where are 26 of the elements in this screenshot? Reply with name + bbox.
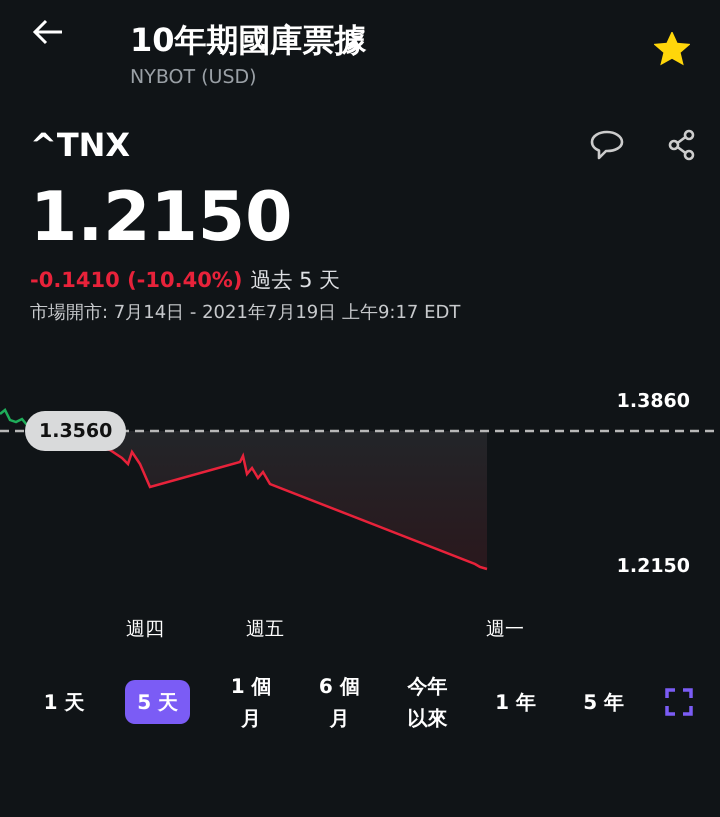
day-label: 週五	[246, 617, 284, 642]
gain-line	[0, 408, 28, 426]
axis-label: 1.2150	[616, 555, 690, 577]
star-icon[interactable]	[654, 32, 690, 66]
range-tab[interactable]: 5 年	[576, 682, 631, 722]
share-icon[interactable]	[668, 129, 696, 161]
range-tab[interactable]: 5 天	[125, 680, 190, 724]
market-time: 市場開市: 7月14日 - 2021年7月19日 上午9:17 EDT	[29, 301, 462, 324]
exchange-label: NYBOT (USD)	[130, 66, 258, 88]
speech-bubble-icon[interactable]	[590, 129, 624, 161]
previous-close-label: 1.3560	[25, 411, 126, 451]
day-label: 週四	[126, 617, 164, 642]
ticker-symbol: ^TNX	[30, 126, 132, 164]
range-tab[interactable]: 1 個月	[224, 666, 278, 738]
day-label: 週一	[486, 617, 524, 642]
axis-label: 1.3860	[616, 390, 690, 412]
range-tab[interactable]: 6 個月	[312, 666, 366, 738]
range-tab[interactable]: 1 年	[488, 682, 543, 722]
price-change: -0.1410 (-10.40%)	[30, 268, 242, 292]
range-tab[interactable]: 今年以來	[400, 666, 454, 738]
page-title: 10年期國庫票據	[130, 20, 368, 61]
period-label: 過去 5 天	[250, 267, 340, 294]
price-value: 1.2150	[29, 177, 294, 258]
back-arrow-icon[interactable]	[32, 18, 64, 46]
range-tab[interactable]: 1 天	[37, 682, 92, 722]
fullscreen-icon[interactable]	[664, 688, 693, 716]
